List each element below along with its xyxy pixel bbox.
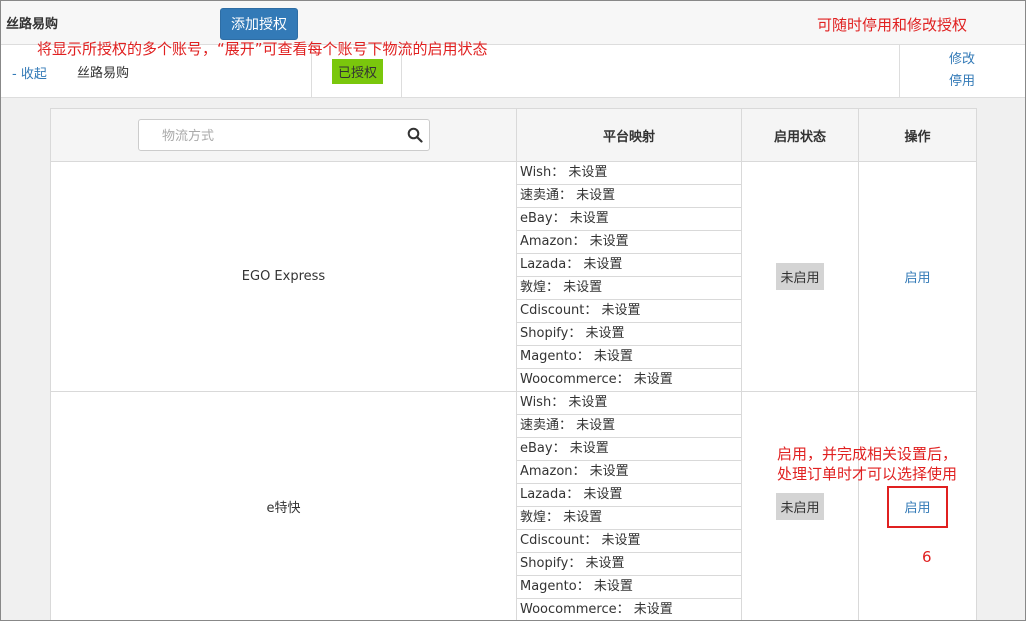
mapping-item: 敦煌： 未设置	[517, 277, 741, 300]
mapping-list: Wish： 未设置 速卖通： 未设置 eBay： 未设置 Amazon： 未设置…	[516, 391, 742, 620]
mapping-item: Woocommerce： 未设置	[520, 602, 673, 617]
account-actions: 修改 停用	[949, 49, 975, 93]
collapse-link[interactable]: - 收起	[12, 63, 47, 82]
logistics-panel: 平台映射 启用状态 操作 EGO Express Wish： 未设置 速卖通： …	[1, 98, 1025, 620]
annotation-enable: 启用，并完成相关设置后， 处理订单时才可以选择使用	[777, 444, 957, 484]
mapping-item: Shopify： 未设置	[517, 323, 741, 346]
mapping-item: eBay： 未设置	[517, 438, 741, 461]
mapping-item: Wish： 未设置	[517, 392, 741, 415]
account-name: 丝路易购	[77, 66, 130, 81]
table-row: EGO Express Wish： 未设置 速卖通： 未设置 eBay： 未设置…	[50, 161, 977, 392]
column-header-mapping: 平台映射	[516, 108, 742, 162]
mapping-item: Woocommerce： 未设置	[520, 372, 673, 387]
enable-link[interactable]: 启用	[904, 271, 930, 286]
account-brand: 丝路易购	[6, 17, 59, 32]
search-header-cell	[50, 108, 517, 162]
add-authorization-button[interactable]: 添加授权	[220, 8, 298, 40]
app-frame: 丝路易购 添加授权 - 收起 丝路易购 已授权 修改 停用 物流方式 平台映射 …	[0, 0, 1026, 621]
mapping-item: 速卖通： 未设置	[517, 185, 741, 208]
column-header-status: 启用状态	[741, 108, 859, 162]
mapping-item: eBay： 未设置	[517, 208, 741, 231]
annotation-enable-line2: 处理订单时才可以选择使用	[777, 465, 958, 483]
logistics-name: e特快	[50, 391, 517, 620]
mapping-item: 速卖通： 未设置	[517, 415, 741, 438]
mapping-item: Magento： 未设置	[517, 346, 741, 369]
search-icon[interactable]	[407, 127, 423, 143]
mapping-item: Wish： 未设置	[517, 162, 741, 185]
table-header: 平台映射 启用状态 操作	[50, 108, 977, 162]
action-cell: 启用	[858, 161, 977, 392]
mapping-item: Cdiscount： 未设置	[517, 530, 741, 553]
modify-link[interactable]: 修改	[949, 49, 975, 71]
logistics-table: 平台映射 启用状态 操作 EGO Express Wish： 未设置 速卖通： …	[50, 108, 977, 620]
mapping-item: Amazon： 未设置	[517, 461, 741, 484]
annotation-accounts: 将显示所授权的多个账号，“展开”可查看每个账号下物流的启用状态	[37, 40, 488, 58]
mapping-item: 敦煌： 未设置	[517, 507, 741, 530]
mapping-item: Lazada： 未设置	[517, 484, 741, 507]
search-box	[138, 119, 430, 151]
table-row: e特快 Wish： 未设置 速卖通： 未设置 eBay： 未设置 Amazon：…	[50, 391, 977, 620]
mapping-item: Magento： 未设置	[517, 576, 741, 599]
status-cell: 未启用	[741, 161, 859, 392]
mapping-item: Amazon： 未设置	[517, 231, 741, 254]
authorized-badge: 已授权	[332, 59, 384, 84]
disable-link[interactable]: 停用	[949, 71, 975, 93]
mapping-item: Lazada： 未设置	[517, 254, 741, 277]
mapping-list: Wish： 未设置 速卖通： 未设置 eBay： 未设置 Amazon： 未设置…	[516, 161, 742, 392]
logistics-name: EGO Express	[50, 161, 517, 392]
mapping-item: Cdiscount： 未设置	[517, 300, 741, 323]
search-input[interactable]	[160, 121, 414, 151]
column-header-action: 操作	[858, 108, 977, 162]
annotation-enable-line1: 启用，并完成相关设置后，	[777, 445, 958, 463]
annotation-modify: 可随时停用和修改授权	[817, 16, 968, 34]
status-badge: 未启用	[776, 493, 824, 520]
step-number: 6	[922, 548, 932, 566]
status-cell: 未启用	[741, 391, 859, 620]
status-badge: 未启用	[776, 263, 824, 290]
highlight-box	[887, 486, 948, 528]
mapping-item: Shopify： 未设置	[517, 553, 741, 576]
column-divider	[899, 45, 900, 97]
